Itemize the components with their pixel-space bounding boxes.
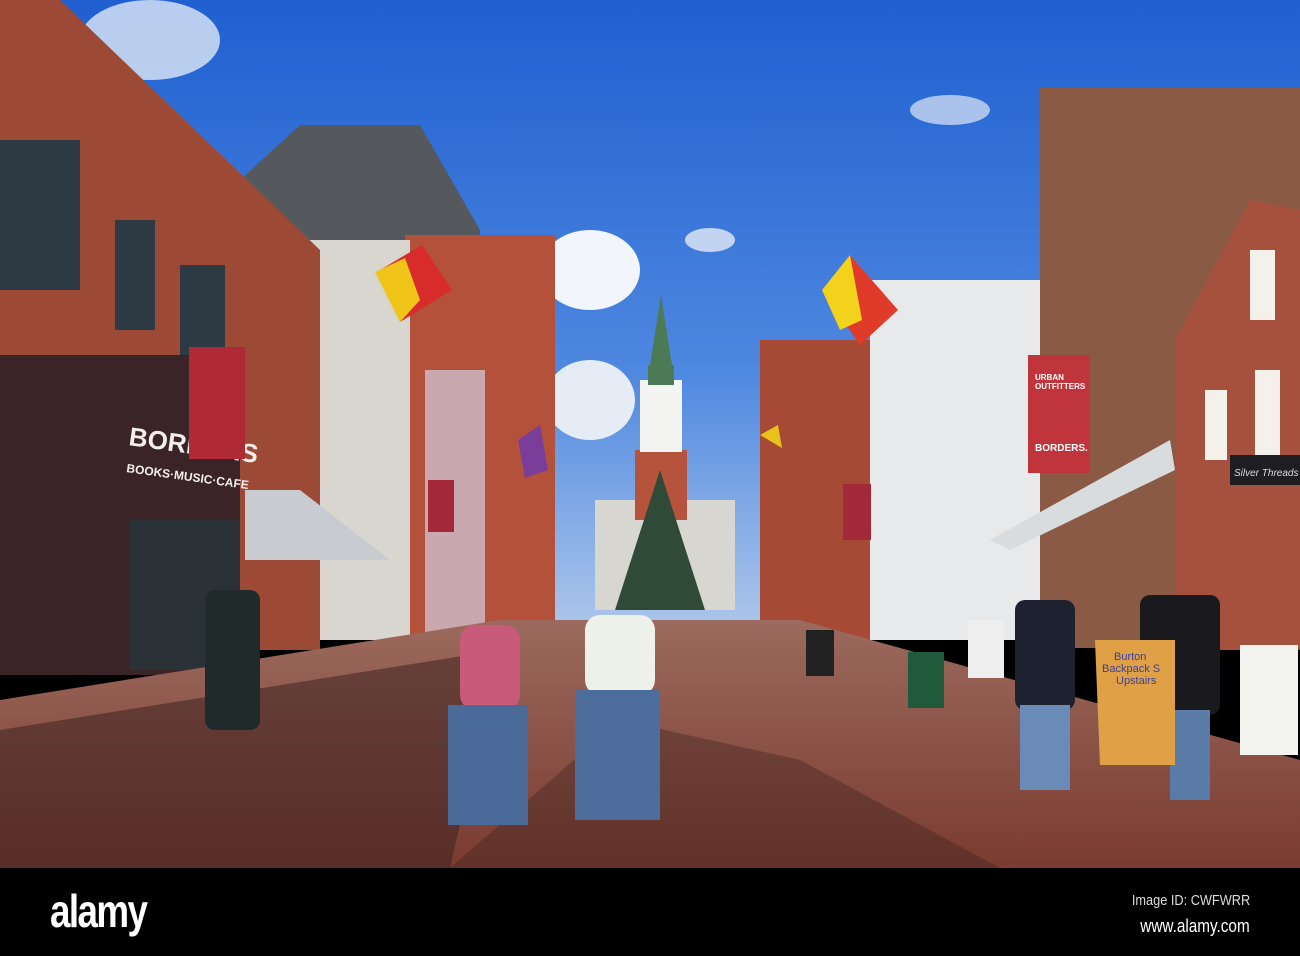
cloud (910, 95, 990, 125)
svg-text:OUTFITTERS: OUTFITTERS (1035, 382, 1086, 391)
svg-text:Upstairs: Upstairs (1116, 675, 1157, 687)
banner-right: URBAN OUTFITTERS BORDERS. (1028, 355, 1090, 473)
sandwich-board (1240, 645, 1298, 755)
svg-text:URBAN: URBAN (1035, 373, 1064, 382)
cloud (545, 360, 635, 440)
svg-text:Backpack S: Backpack S (1102, 663, 1160, 675)
sandwich-board (968, 620, 1004, 678)
banner (843, 484, 871, 540)
street-photo: BORDERS BOOKS·MUSIC·CAFE Silver Threads … (0, 0, 1300, 868)
image-id: Image ID: CWFWRR (1131, 892, 1250, 909)
trash-can (908, 652, 944, 708)
svg-text:BORDERS.: BORDERS. (1035, 443, 1088, 454)
site-url[interactable]: www.alamy.com (1141, 916, 1250, 937)
cloud (685, 228, 735, 252)
silver-threads-sign: Silver Threads Tailoring (1234, 468, 1300, 479)
svg-text:Burton: Burton (1114, 651, 1146, 663)
alamy-logo[interactable]: alamy (50, 884, 148, 938)
banner (428, 480, 454, 532)
banner-left (189, 347, 245, 459)
trash-can (806, 630, 834, 676)
footer-bar: alamy Image ID: CWFWRR www.alamy.com (0, 868, 1300, 956)
burton-sign: Burton Backpack S Upstairs (1095, 640, 1175, 765)
